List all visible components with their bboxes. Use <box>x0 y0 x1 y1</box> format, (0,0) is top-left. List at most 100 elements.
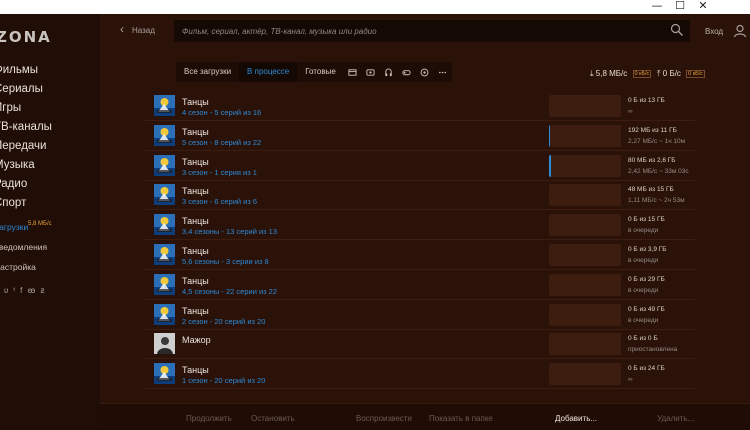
download-status: в очереди <box>628 227 659 235</box>
more-icon[interactable] <box>434 62 452 82</box>
games-icon[interactable] <box>398 62 416 82</box>
sidebar-item-series[interactable]: Сериалы <box>0 83 43 102</box>
download-status: 2,42 МБ/с ~ 33м 03с <box>628 167 689 175</box>
stop-button[interactable]: Остановить <box>251 414 295 423</box>
maximize-icon[interactable]: ☐ <box>669 0 691 14</box>
download-subtitle: 3,4 сезоны - 13 серий из 13 <box>182 227 278 237</box>
app-logo[interactable]: ZONA <box>0 28 52 46</box>
sidebar-item-radio[interactable]: Радио <box>0 178 27 197</box>
download-arrow-icon: ⤓ <box>590 69 594 78</box>
thumbnail <box>154 124 175 146</box>
download-row[interactable]: Танцы 5 сезон - 8 серий из 22 192 МБ из … <box>145 121 695 151</box>
progress-bar <box>549 184 621 207</box>
tab-all-downloads[interactable]: Все загрузки <box>176 62 239 82</box>
download-subtitle: 1 сезон - 20 серий из 20 <box>182 376 266 386</box>
download-status: приостановлена <box>628 346 678 354</box>
sport-icon[interactable] <box>416 62 434 82</box>
close-icon[interactable]: ✕ <box>692 0 714 14</box>
thumbnail <box>154 184 175 206</box>
music-icon[interactable] <box>380 62 398 82</box>
upload-arrow-icon: ⤒ <box>657 69 661 78</box>
zona-icon[interactable]: ᵶ <box>41 286 45 295</box>
upload-limit[interactable]: 0 кБ/с <box>686 70 706 78</box>
progress-bar <box>549 124 621 147</box>
tab-ready[interactable]: Готовые <box>297 62 344 82</box>
download-size: 80 МБ из 2,6 ГБ <box>628 156 676 164</box>
sidebar: ZONA Фильмы Сериалы Игры ТВ-каналы Перед… <box>0 14 100 430</box>
download-status: 2,27 МБ/с ~ 1ч 10м <box>628 137 686 145</box>
download-row[interactable]: Танцы 3,4 сезоны - 13 серий из 13 0 Б из… <box>145 210 695 241</box>
thumbnail <box>154 95 175 116</box>
download-title: Танцы <box>182 156 209 167</box>
download-status: 1,11 МБ/с ~ 2ч 53м <box>628 197 685 205</box>
download-size: 0 Б из 3,9 ГБ <box>628 246 667 253</box>
download-limit[interactable]: 0 кБ/с <box>632 70 652 78</box>
download-title: Танцы <box>182 216 209 227</box>
download-tabs: Все загрузки В процессе Готовые <box>176 62 452 82</box>
search-icon[interactable] <box>670 23 684 37</box>
play-button[interactable]: Воспроизвести <box>356 414 412 423</box>
sidebar-item-notifications[interactable]: Уведомления <box>0 242 47 261</box>
sidebar-item-tv-channels[interactable]: ТВ-каналы <box>0 121 52 140</box>
download-subtitle: 4 сезон - 5 серий из 16 <box>182 108 262 117</box>
download-size: 192 МБ из 11 ГБ <box>628 126 677 134</box>
download-size: 0 Б из 15 ГБ <box>628 216 665 224</box>
film-icon[interactable] <box>344 62 362 82</box>
odnoklassniki-icon[interactable]: ꙭ <box>27 286 35 295</box>
download-row[interactable]: Танцы 5,6 сезоны - 3 серии из 8 0 Б из 3… <box>145 240 695 270</box>
search-box <box>174 20 690 42</box>
show-in-folder-button[interactable]: Показать в папке <box>429 414 493 423</box>
thumbnail <box>154 303 175 325</box>
download-row[interactable]: Танцы 4,5 сезоны - 22 серии из 22 0 Б из… <box>145 270 695 300</box>
progress-bar <box>549 154 621 177</box>
login-button[interactable]: Вход <box>705 27 723 36</box>
sidebar-item-downloads[interactable]: Загрузки 5,8 МБ/с <box>0 221 52 241</box>
sidebar-item-movies[interactable]: Фильмы <box>0 64 38 83</box>
progress-bar <box>549 273 621 296</box>
thumbnail <box>154 333 175 355</box>
facebook-icon[interactable]: f <box>20 286 22 295</box>
upload-speed: ⤒ 0 Б/с 0 кБ/с <box>657 69 706 79</box>
thumbnail <box>154 273 175 295</box>
download-title: Танцы <box>182 126 209 137</box>
thumbnail <box>154 244 175 265</box>
twitter-icon[interactable]: ᵗ <box>13 286 15 295</box>
download-size: 0 Б из 29 ГБ <box>628 275 665 283</box>
download-status: в очереди <box>628 316 659 324</box>
window-titlebar: — ☐ ✕ <box>0 0 750 14</box>
download-row[interactable]: Мажор 0 Б из 0 Б приостановлена <box>145 329 695 360</box>
social-links: ʋ ᵗ f ꙭ ᵶ <box>4 286 45 295</box>
tab-in-progress[interactable]: В процессе <box>239 62 298 82</box>
download-speed: ⤓ 5,8 МБ/с 0 кБ/с <box>590 69 652 79</box>
download-row[interactable]: Танцы 3 сезон - 6 серий из 6 48 МБ из 15… <box>145 180 695 211</box>
download-title: Танцы <box>182 275 209 286</box>
delete-button[interactable]: Удалить... <box>657 414 694 423</box>
progress-fill <box>549 124 551 147</box>
sidebar-item-music[interactable]: Музыка <box>0 159 35 178</box>
sidebar-item-games[interactable]: Игры <box>0 102 21 121</box>
series-icon[interactable] <box>362 62 380 82</box>
download-row[interactable]: Танцы 3 сезон - 1 серия из 1 80 МБ из 2,… <box>145 151 695 181</box>
download-row[interactable]: Танцы 1 сезон - 20 серий из 20 0 Б из 24… <box>145 359 695 390</box>
download-speed-value: 5,8 МБ/с <box>595 69 628 78</box>
progress-fill <box>549 154 552 177</box>
add-button[interactable]: Добавить... <box>555 414 597 423</box>
minimize-icon[interactable]: — <box>646 0 668 14</box>
sidebar-item-settings[interactable]: Настройка <box>0 262 36 281</box>
download-title: Танцы <box>182 246 209 256</box>
sidebar-item-sport[interactable]: Спорт <box>0 197 26 216</box>
resume-button[interactable]: Продолжить <box>186 414 232 423</box>
download-size: 0 Б из 13 ГБ <box>628 97 665 104</box>
search-input[interactable] <box>182 24 662 38</box>
user-icon[interactable] <box>733 24 747 38</box>
progress-bar <box>549 244 621 266</box>
download-size: 0 Б из 0 Б <box>628 335 658 343</box>
progress-bar <box>549 95 621 117</box>
download-subtitle: 2 сезон - 20 серий из 20 <box>182 316 266 326</box>
download-subtitle: 5,6 сезоны - 3 серии из 8 <box>182 257 269 266</box>
download-row[interactable]: Танцы 2 сезон - 20 серий из 20 0 Б из 49… <box>145 300 695 330</box>
progress-bar <box>549 363 621 386</box>
vk-icon[interactable]: ʋ <box>4 286 8 295</box>
download-row[interactable]: Танцы 4 сезон - 5 серий из 16 0 Б из 13 … <box>145 91 695 121</box>
sidebar-item-shows[interactable]: Передачи <box>0 140 46 159</box>
